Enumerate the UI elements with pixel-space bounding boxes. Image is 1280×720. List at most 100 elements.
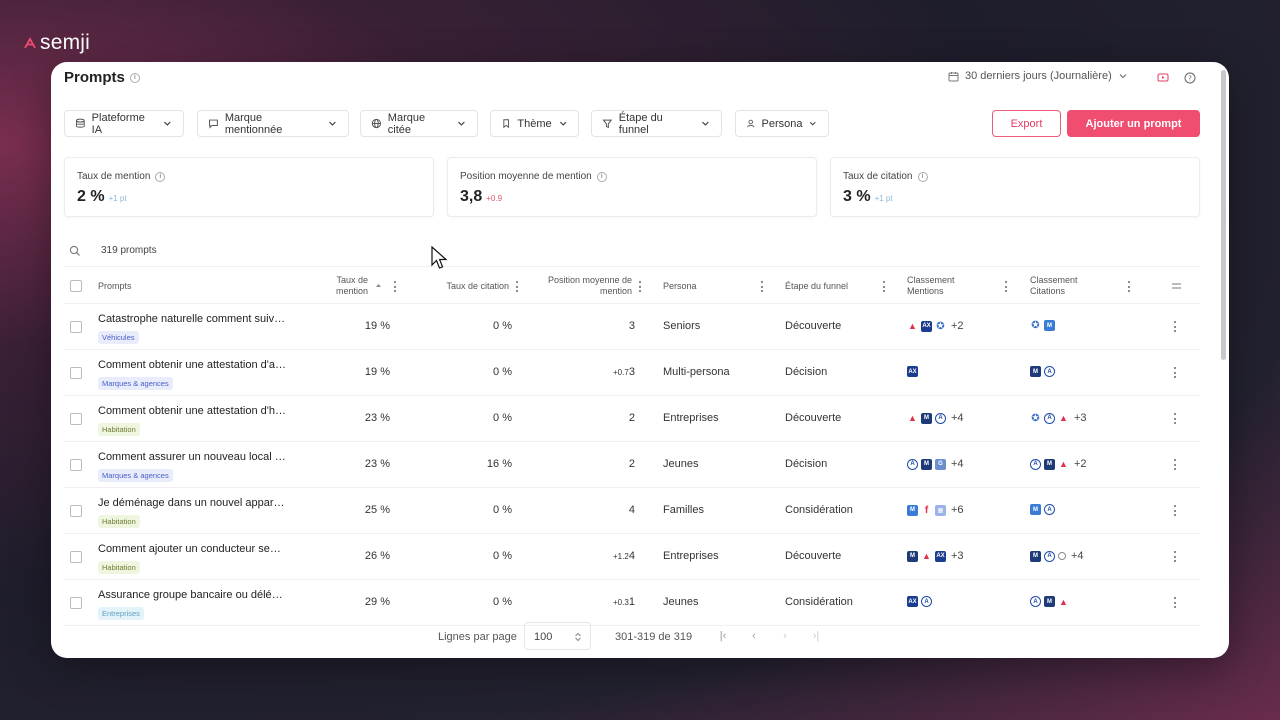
allianz-logo-icon: A bbox=[907, 458, 918, 470]
allianz-logo-icon: A bbox=[1030, 458, 1041, 470]
previous-page-icon[interactable]: ‹ bbox=[747, 629, 761, 643]
info-icon[interactable]: i bbox=[129, 72, 140, 83]
allianz-logo-icon: A bbox=[1030, 596, 1041, 607]
row-menu-icon[interactable] bbox=[1174, 597, 1177, 608]
maif-logo-icon: M bbox=[921, 458, 932, 470]
bookmark-icon bbox=[503, 119, 510, 129]
column-menu-icon[interactable] bbox=[883, 281, 886, 292]
row-checkbox[interactable] bbox=[70, 367, 82, 379]
filter-persona[interactable]: Persona bbox=[735, 110, 829, 137]
video-icon[interactable] bbox=[1157, 72, 1169, 84]
prompt-text[interactable]: Assurance groupe bancaire ou délégation bbox=[98, 589, 286, 601]
prompt-text[interactable]: Comment assurer un nouveau local profess… bbox=[98, 451, 286, 463]
row-menu-icon[interactable] bbox=[1174, 459, 1177, 470]
export-button[interactable]: Export bbox=[992, 110, 1061, 137]
header-avg-position[interactable]: Position moyenne de mention bbox=[544, 267, 632, 305]
header-rank-citations[interactable]: Classement Citations bbox=[1030, 267, 1095, 305]
column-menu-icon[interactable] bbox=[1005, 281, 1008, 292]
avg-position-cell: 3 bbox=[628, 320, 635, 332]
rank-mentions-logos: M ▲ AX +3 bbox=[907, 550, 964, 562]
scrollbar[interactable] bbox=[1221, 70, 1226, 360]
page-title: Prompts i bbox=[64, 69, 140, 86]
column-menu-icon[interactable] bbox=[516, 281, 519, 292]
kpi-citation-rate: Taux de citation i 3 % +1 pt bbox=[830, 157, 1200, 217]
row-menu-icon[interactable] bbox=[1174, 413, 1177, 424]
citation-rate-cell: 0 % bbox=[493, 366, 512, 378]
column-menu-icon[interactable] bbox=[639, 281, 642, 292]
filter-marque-mentionnee[interactable]: Marque mentionnée bbox=[197, 110, 349, 137]
column-settings-icon[interactable] bbox=[1171, 281, 1182, 291]
row-checkbox[interactable] bbox=[70, 413, 82, 425]
row-menu-icon[interactable] bbox=[1174, 367, 1177, 378]
table-row[interactable]: Comment obtenir une attestation d'habita… bbox=[64, 396, 1200, 442]
kpi-delta: +1 pt bbox=[874, 194, 893, 203]
add-prompt-button[interactable]: Ajouter un prompt bbox=[1067, 110, 1200, 137]
header-prompts[interactable]: Prompts bbox=[98, 267, 218, 305]
row-checkbox[interactable] bbox=[70, 505, 82, 517]
prompt-text[interactable]: Je déménage dans un nouvel appartement bbox=[98, 497, 286, 509]
citation-rate-cell: 0 % bbox=[493, 504, 512, 516]
filter-etape-funnel[interactable]: Étape du funnel bbox=[591, 110, 722, 137]
last-page-icon[interactable]: ›| bbox=[809, 629, 823, 643]
row-checkbox[interactable] bbox=[70, 459, 82, 471]
header-citation-rate[interactable]: Taux de citation bbox=[419, 267, 509, 305]
row-menu-icon[interactable] bbox=[1174, 551, 1177, 562]
row-menu-icon[interactable] bbox=[1174, 505, 1177, 516]
rows-per-page-select[interactable]: 100 bbox=[524, 622, 591, 650]
table-row[interactable]: Catastrophe naturelle comment suivre mon… bbox=[64, 304, 1200, 350]
date-range-selector[interactable]: 30 derniers jours (Journalière) bbox=[948, 70, 1128, 82]
filter-plateforme-ia[interactable]: Plateforme IA bbox=[64, 110, 184, 137]
search-icon[interactable] bbox=[69, 245, 81, 257]
info-icon[interactable]: i bbox=[917, 171, 928, 182]
circle-brand-icon bbox=[1058, 552, 1066, 560]
help-icon[interactable]: ? bbox=[1184, 72, 1196, 84]
rank-citations-logos: MA bbox=[1030, 504, 1060, 515]
select-all-checkbox[interactable] bbox=[70, 280, 82, 292]
svg-text:?: ? bbox=[1188, 75, 1192, 83]
table-row[interactable]: Comment ajouter un conducteur secondaire… bbox=[64, 534, 1200, 580]
row-menu-icon[interactable] bbox=[1174, 321, 1177, 332]
table-row[interactable]: Assurance groupe bancaire ou délégation … bbox=[64, 580, 1200, 626]
citation-rate-cell: 0 % bbox=[493, 412, 512, 424]
header-funnel[interactable]: Étape du funnel bbox=[785, 267, 875, 305]
rank-citations-logos: A M ▲ +2 bbox=[1030, 458, 1087, 470]
theme-tag: Entreprises bbox=[98, 607, 144, 620]
axa-logo-icon: AX bbox=[907, 366, 918, 377]
rank-mentions-logos: Mf ▦ +6 bbox=[907, 504, 964, 516]
header-rank-mentions[interactable]: Classement Mentions bbox=[907, 267, 972, 305]
next-page-icon[interactable]: › bbox=[778, 629, 792, 643]
semji-logo-icon bbox=[24, 37, 36, 49]
row-checkbox[interactable] bbox=[70, 551, 82, 563]
funnel-cell: Considération bbox=[785, 504, 853, 516]
column-menu-icon[interactable] bbox=[761, 281, 764, 292]
filter-theme[interactable]: Thème bbox=[490, 110, 579, 137]
info-icon[interactable]: i bbox=[596, 171, 607, 182]
header-mention-rate[interactable]: Taux de mention bbox=[308, 267, 368, 305]
kpi-value: 2 % bbox=[77, 188, 105, 205]
avg-position-cell: 2 bbox=[628, 412, 635, 424]
sort-asc-icon[interactable] bbox=[375, 282, 382, 289]
first-page-icon[interactable]: |‹ bbox=[716, 629, 730, 643]
column-menu-icon[interactable] bbox=[1128, 281, 1131, 292]
mention-rate-cell: 23 % bbox=[364, 412, 390, 424]
table-row[interactable]: Comment obtenir une attestation d'assura… bbox=[64, 350, 1200, 396]
row-checkbox[interactable] bbox=[70, 597, 82, 609]
header-persona[interactable]: Persona bbox=[663, 267, 743, 305]
citation-rate-cell: 0 % bbox=[493, 596, 512, 608]
citation-rate-cell: 0 % bbox=[493, 550, 512, 562]
allianz-logo-icon: A bbox=[1044, 412, 1055, 424]
filter-marque-citee[interactable]: Marque citée bbox=[360, 110, 478, 137]
table-row[interactable]: Comment assurer un nouveau local profess… bbox=[64, 442, 1200, 488]
axa-logo-icon: AX bbox=[921, 320, 932, 332]
mention-rate-cell: 26 % bbox=[364, 550, 390, 562]
info-icon[interactable]: i bbox=[155, 171, 166, 182]
column-menu-icon[interactable] bbox=[394, 281, 397, 292]
rank-mentions-logos: A M G +4 bbox=[907, 458, 964, 470]
prompt-text[interactable]: Comment obtenir une attestation d'habita… bbox=[98, 405, 286, 417]
prompt-text[interactable]: Comment obtenir une attestation d'assura… bbox=[98, 359, 286, 371]
macif-logo-icon: M bbox=[1044, 320, 1055, 331]
table-row[interactable]: Je déménage dans un nouvel appartement H… bbox=[64, 488, 1200, 534]
prompt-text[interactable]: Comment ajouter un conducteur secondaire bbox=[98, 543, 286, 555]
prompt-text[interactable]: Catastrophe naturelle comment suivre mon… bbox=[98, 313, 286, 325]
row-checkbox[interactable] bbox=[70, 321, 82, 333]
